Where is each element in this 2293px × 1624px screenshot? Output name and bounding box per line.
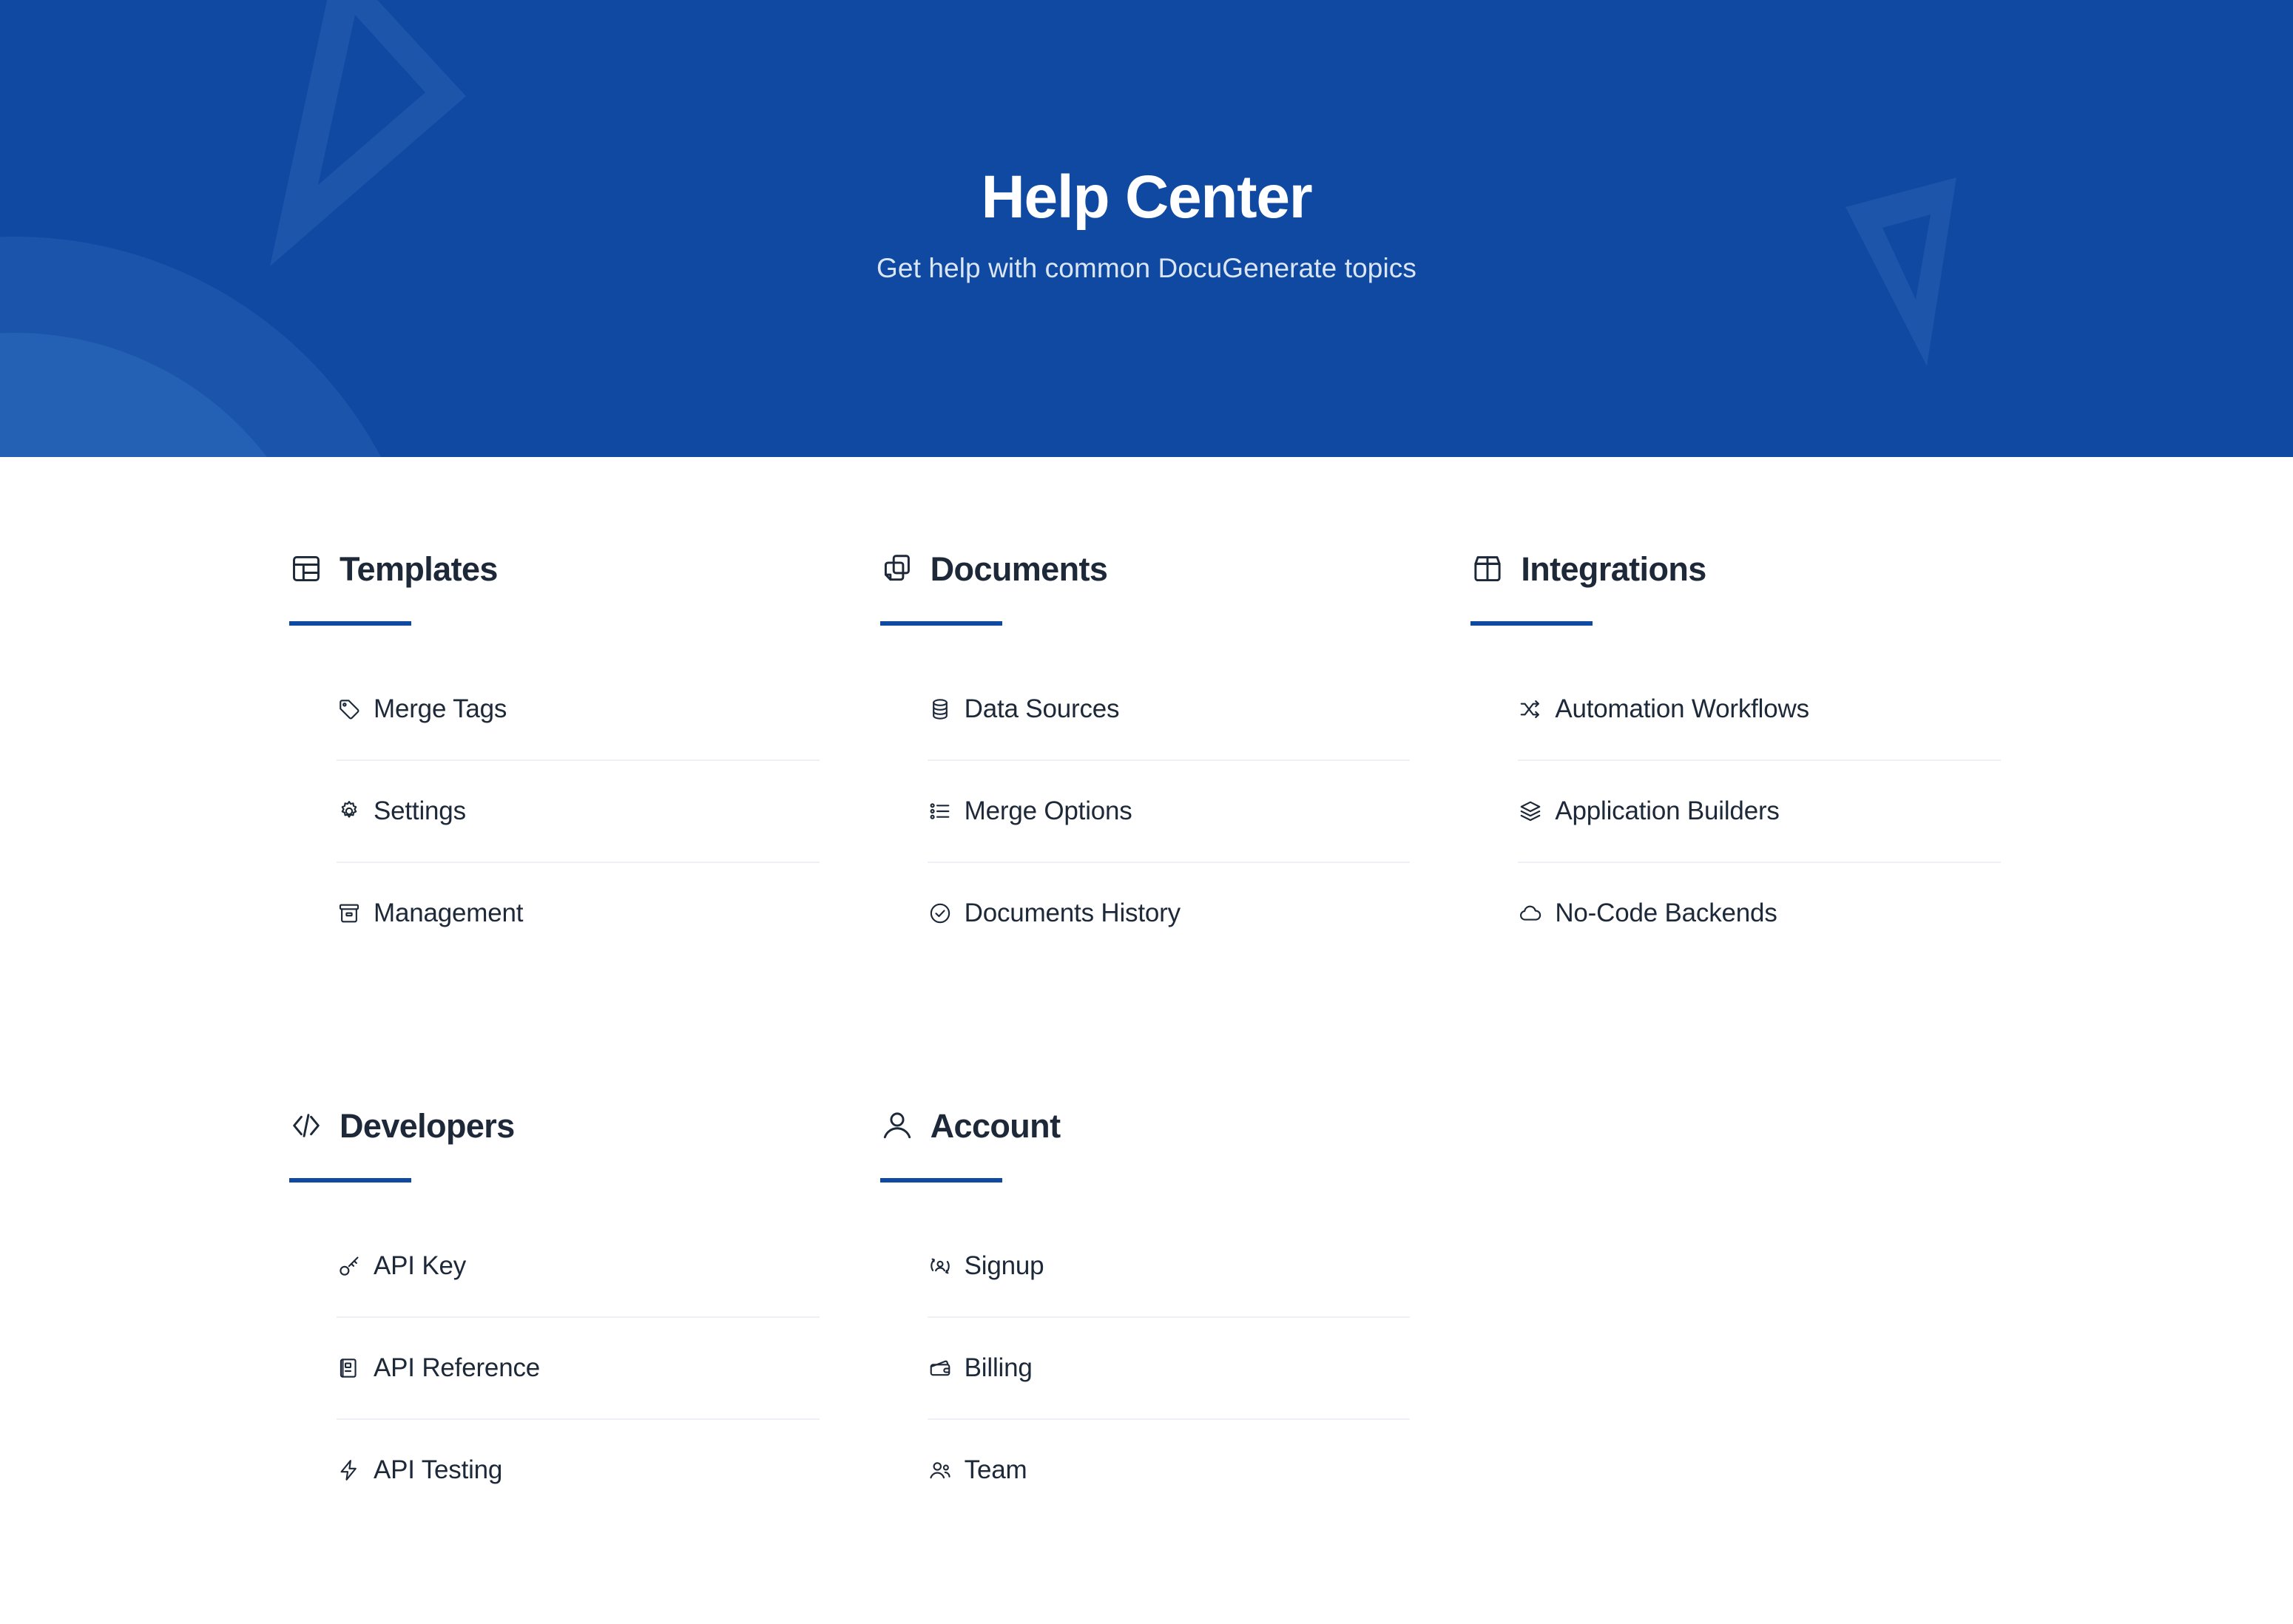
- help-link-automation-workflows[interactable]: Automation Workflows: [1518, 659, 2001, 759]
- help-center-content: Templates Merge Tags Settings Management…: [0, 457, 2293, 1520]
- category-item-list: API Key API Reference API Testing: [285, 1216, 827, 1520]
- list-item: Team: [928, 1420, 1411, 1520]
- layers-stack-icon: [1518, 799, 1543, 824]
- shuffle-icon: [1518, 697, 1543, 722]
- category-item-list: Data Sources Merge Options Documents His…: [876, 659, 1418, 964]
- list-item: Management: [337, 863, 820, 964]
- help-link-label: API Key: [374, 1251, 467, 1280]
- wallet-icon: [928, 1356, 953, 1381]
- category-account: Account Signup Billing Team: [876, 1109, 1418, 1520]
- help-link-no-code-backends[interactable]: No-Code Backends: [1518, 863, 2001, 964]
- help-link-application-builders[interactable]: Application Builders: [1518, 761, 2001, 862]
- help-link-label: Merge Options: [964, 796, 1132, 825]
- help-link-label: API Testing: [374, 1455, 503, 1484]
- code-brackets-icon: [289, 1109, 323, 1143]
- documents-stack-icon: [880, 552, 914, 586]
- lightning-bolt-icon: [337, 1458, 362, 1483]
- page-subtitle: Get help with common DocuGenerate topics: [877, 253, 1416, 284]
- layout-panel-icon: [289, 552, 323, 586]
- help-link-signup[interactable]: Signup: [928, 1216, 1411, 1316]
- list-item: Automation Workflows: [1518, 659, 2001, 761]
- list-item: Signup: [927, 1216, 1411, 1318]
- category-header: Templates: [285, 552, 827, 586]
- accent-underline: [1470, 621, 1593, 626]
- check-circle-icon: [928, 901, 953, 926]
- user-switch-icon: [928, 1253, 953, 1279]
- help-link-merge-tags[interactable]: Merge Tags: [337, 659, 820, 759]
- help-link-label: Management: [374, 899, 524, 927]
- help-link-label: Billing: [964, 1353, 1033, 1382]
- help-link-label: Application Builders: [1555, 796, 1780, 825]
- database-icon: [928, 697, 953, 722]
- key-icon: [337, 1253, 362, 1279]
- list-item: Merge Options: [927, 761, 1411, 863]
- accent-underline: [879, 621, 1002, 626]
- category-item-list: Merge Tags Settings Management: [285, 659, 827, 964]
- help-link-api-reference[interactable]: API Reference: [337, 1318, 820, 1418]
- user-icon: [880, 1109, 914, 1143]
- accent-underline: [879, 1178, 1002, 1183]
- category-templates: Templates Merge Tags Settings Management: [285, 552, 827, 964]
- list-item: Application Builders: [1518, 761, 2001, 863]
- category-item-list: Signup Billing Team: [876, 1216, 1418, 1520]
- list-item: Billing: [927, 1318, 1411, 1420]
- category-grid-row-1: Templates Merge Tags Settings Management…: [285, 552, 2008, 964]
- page-title: Help Center: [981, 163, 1312, 231]
- help-link-label: Team: [964, 1455, 1027, 1484]
- help-link-settings[interactable]: Settings: [337, 761, 820, 862]
- help-link-data-sources[interactable]: Data Sources: [928, 659, 1411, 759]
- category-header: Developers: [285, 1109, 827, 1143]
- category-header: Integrations: [1466, 552, 2008, 586]
- list-item: API Testing: [337, 1420, 820, 1520]
- help-link-billing[interactable]: Billing: [928, 1318, 1411, 1418]
- help-link-api-testing[interactable]: API Testing: [337, 1420, 820, 1520]
- category-grid-row-2: Developers API Key API Reference API Tes…: [285, 1109, 2008, 1520]
- category-integrations: Integrations Automation Workflows Applic…: [1466, 552, 2008, 964]
- list-item: API Key: [337, 1216, 820, 1318]
- help-link-label: Signup: [964, 1251, 1044, 1280]
- list-item: No-Code Backends: [1518, 863, 2001, 964]
- category-item-list: Automation Workflows Application Builder…: [1466, 659, 2008, 964]
- category-title: Developers: [340, 1106, 515, 1145]
- help-link-api-key[interactable]: API Key: [337, 1216, 820, 1316]
- list-item: Documents History: [928, 863, 1411, 964]
- help-link-team[interactable]: Team: [928, 1420, 1411, 1520]
- category-title: Account: [930, 1106, 1061, 1145]
- category-header: Documents: [876, 552, 1418, 586]
- help-link-merge-options[interactable]: Merge Options: [928, 761, 1411, 862]
- help-link-label: Settings: [374, 796, 466, 825]
- hero-banner: Help Center Get help with common DocuGen…: [0, 0, 2293, 457]
- help-link-label: Merge Tags: [374, 694, 507, 723]
- help-link-label: Automation Workflows: [1555, 694, 1809, 723]
- users-icon: [928, 1458, 953, 1483]
- category-title: Templates: [340, 549, 498, 588]
- help-link-label: Data Sources: [964, 694, 1120, 723]
- gear-icon: [337, 799, 362, 824]
- accent-underline: [289, 1178, 411, 1183]
- category-header: Account: [876, 1109, 1418, 1143]
- archive-box-icon: [337, 901, 362, 926]
- list-item: Merge Tags: [337, 659, 820, 761]
- help-link-documents-history[interactable]: Documents History: [928, 863, 1411, 964]
- help-link-label: Documents History: [964, 899, 1181, 927]
- category-documents: Documents Data Sources Merge Options Doc…: [876, 552, 1418, 964]
- category-title: Integrations: [1521, 549, 1706, 588]
- bullet-list-icon: [928, 799, 953, 824]
- tag-icon: [337, 697, 362, 722]
- package-box-icon: [1470, 552, 1505, 586]
- help-link-label: API Reference: [374, 1353, 541, 1382]
- category-developers: Developers API Key API Reference API Tes…: [285, 1109, 827, 1520]
- list-item: API Reference: [337, 1318, 820, 1420]
- list-item: Data Sources: [927, 659, 1411, 761]
- help-link-label: No-Code Backends: [1555, 899, 1777, 927]
- accent-underline: [289, 621, 411, 626]
- category-title: Documents: [930, 549, 1108, 588]
- list-item: Settings: [337, 761, 820, 863]
- help-link-management[interactable]: Management: [337, 863, 820, 964]
- book-icon: [337, 1356, 362, 1381]
- cloud-icon: [1518, 901, 1543, 926]
